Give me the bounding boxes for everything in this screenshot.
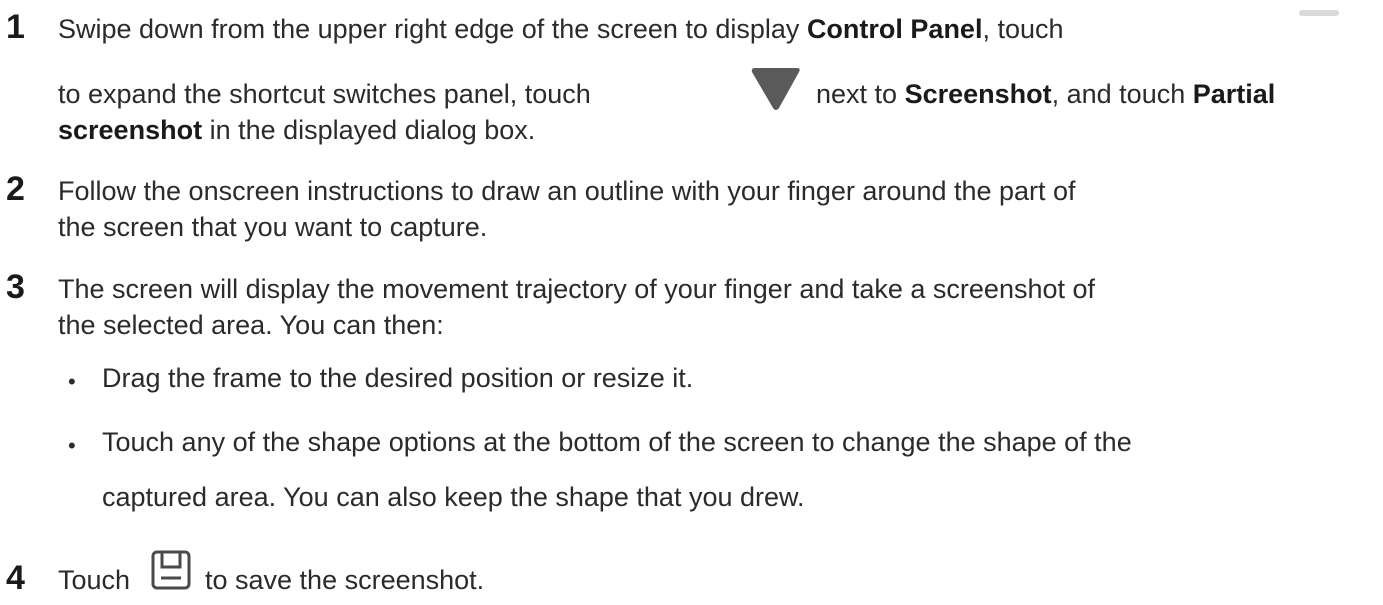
- step-text-line: to expand the shortcut switches panel, t…: [58, 79, 591, 109]
- bullet-text: Drag the frame to the desired position o…: [102, 363, 694, 393]
- bold-term: Control Panel: [806, 14, 983, 44]
- step-text-line: Follow the onscreen instructions to draw…: [58, 176, 1076, 206]
- triangle-down-icon: [751, 68, 800, 110]
- step-number: 1: [6, 8, 25, 46]
- step-number: 3: [6, 268, 25, 306]
- bullet-dot: •: [68, 433, 76, 458]
- step-number: 4: [6, 559, 25, 597]
- step-text-line: the selected area. You can then:: [58, 310, 444, 340]
- expand-handle-icon: [1299, 10, 1339, 16]
- bold-term: screenshot: [58, 115, 203, 145]
- step-text-line: Touch: [58, 565, 131, 595]
- bold-term: Screenshot: [904, 79, 1052, 109]
- bullet-text: captured area. You can also keep the sha…: [102, 482, 805, 512]
- bullet-text: Touch any of the shape options at the bo…: [102, 427, 1132, 457]
- bold-term: Partial: [1192, 79, 1276, 109]
- step-text-line: Swipe down from the upper right edge of …: [58, 14, 1064, 44]
- save-icon: [151, 550, 191, 590]
- step-text-line: next to Screenshot, and touch Partial: [816, 79, 1276, 109]
- step-text-line: screenshot in the displayed dialog box.: [58, 115, 536, 145]
- step-text-line: The screen will display the movement tra…: [58, 274, 1096, 304]
- step-text-line: to save the screenshot.: [205, 565, 485, 595]
- step-text-line: the screen that you want to capture.: [58, 212, 488, 242]
- bullet-dot: •: [68, 369, 76, 394]
- step-number: 2: [6, 170, 25, 208]
